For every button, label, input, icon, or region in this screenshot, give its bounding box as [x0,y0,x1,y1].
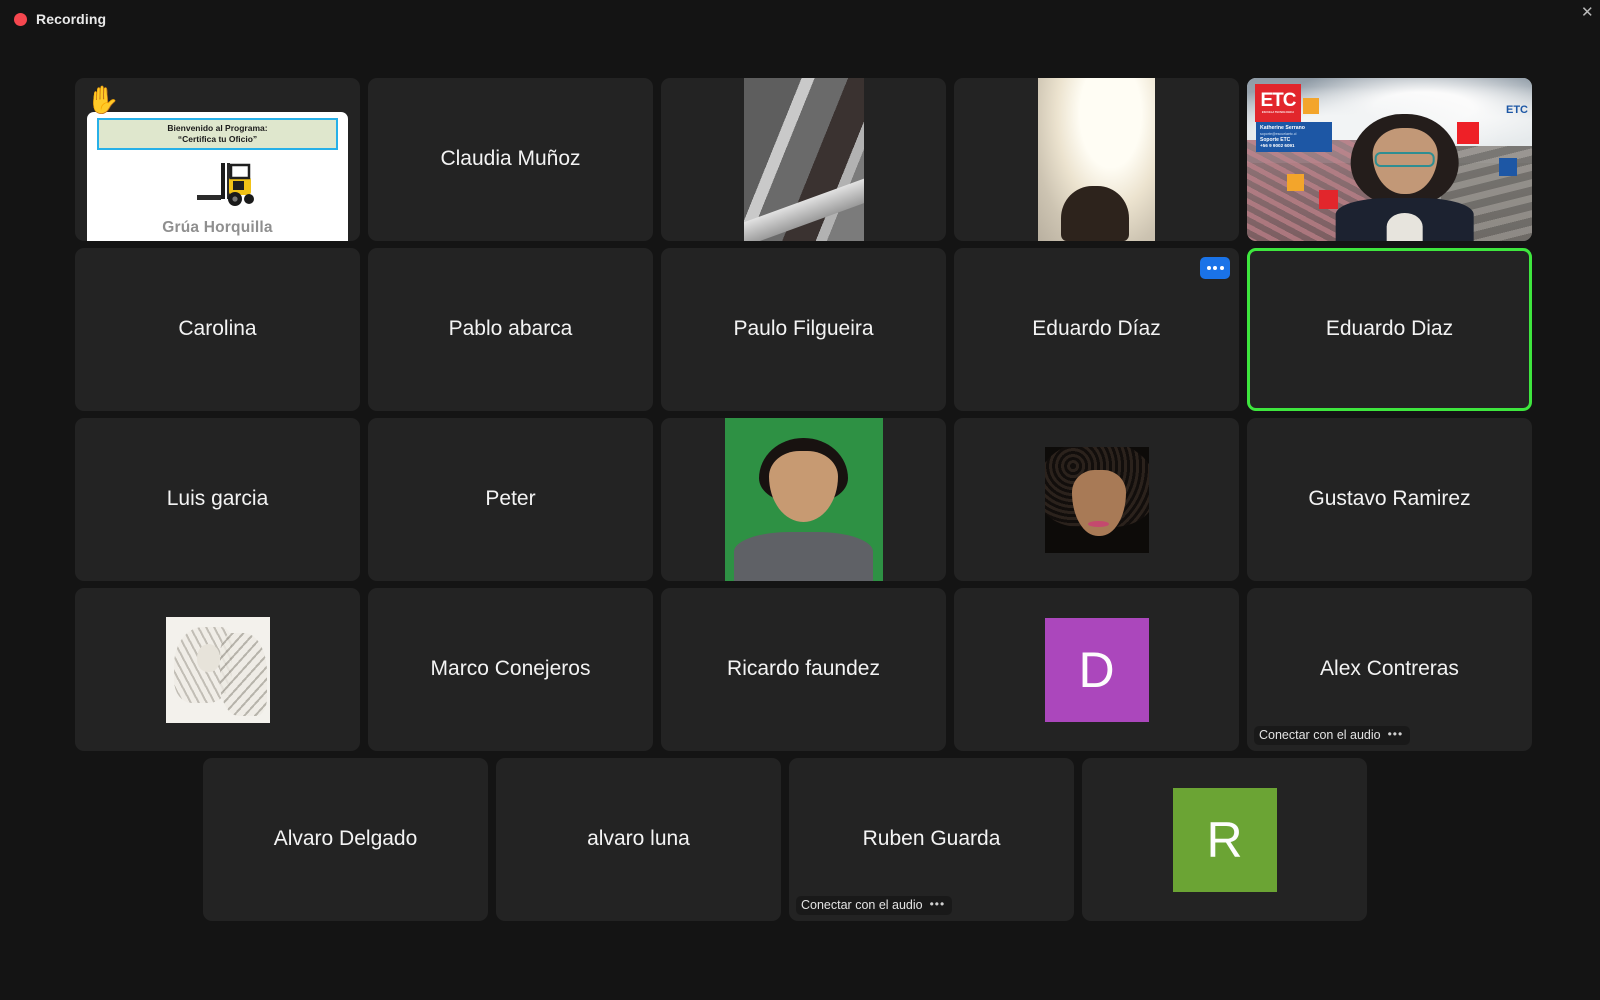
etc-corner-logo: ETC [1506,104,1528,116]
participant-name: Gustavo Ramirez [1300,487,1478,511]
more-options-icon[interactable]: ••• [930,897,946,911]
torso-shape [734,532,873,581]
participant-tile[interactable] [661,78,946,241]
participant-name: Peter [477,487,543,511]
participant-tile[interactable]: Carolina [75,248,360,411]
participant-tile[interactable]: Peter [368,418,653,581]
slide-title: Bienvenido al Programa:“Certifica tu Ofi… [97,118,338,150]
participant-name: Paulo Filgueira [725,317,881,341]
participant-profile-sketch [166,617,270,723]
participant-tile[interactable]: Alvaro Delgado [203,758,488,921]
participant-tile[interactable]: Alex Contreras Conectar con el audio ••• [1247,588,1532,751]
participant-tile[interactable]: ETCESCUELA TECNOLOGICAKatherine Serranos… [1247,78,1532,241]
avatar: D [1045,618,1149,722]
decor-square-red [1319,190,1338,209]
gallery-row: Bienvenido al Programa:“Certifica tu Ofi… [75,78,1495,241]
participant-name: Luis garcia [159,487,277,511]
participant-name: Alex Contreras [1312,657,1467,681]
participant-video-person [1351,114,1459,241]
participant-name: Carolina [170,317,264,341]
shared-slide: Bienvenido al Programa:“Certifica tu Ofi… [87,112,348,241]
connect-audio-button[interactable]: Conectar con el audio ••• [796,896,952,915]
participant-tile[interactable] [954,78,1239,241]
participant-name: Ruben Guarda [855,827,1009,851]
participant-name: Marco Conejeros [423,657,599,681]
recording-label: Recording [36,11,106,27]
participant-video-bright [1038,78,1155,241]
etc-logo: ETCESCUELA TECNOLOGICA DE LA CONSTRUCCIO… [176,239,259,241]
participant-tile[interactable]: D [954,588,1239,751]
decor-square-red-2 [1457,122,1479,144]
participant-gallery: Bienvenido al Programa:“Certifica tu Ofi… [75,78,1495,928]
slide-subtitle: Grúa Horquilla [162,219,272,237]
participant-tile[interactable]: Eduardo Díaz [954,248,1239,411]
contact-email: soporte@escuelaetc.cl [1260,132,1328,136]
participant-name: Eduardo Diaz [1318,317,1461,341]
participant-tile[interactable] [661,418,946,581]
slide-title-line2: “Certifica tu Oficio” [178,134,257,144]
forklift-icon [181,155,255,218]
participant-tile[interactable] [75,588,360,751]
etc-brand-text: ETC [1261,91,1296,110]
recording-bar: Recording [0,0,1600,38]
connect-audio-button[interactable]: Conectar con el audio ••• [1254,726,1410,745]
participant-tile[interactable]: Bienvenido al Programa:“Certifica tu Ofi… [75,78,360,241]
avatar: R [1173,788,1277,892]
participant-tile[interactable]: Ruben Guarda Conectar con el audio ••• [789,758,1074,921]
more-options-icon[interactable]: ••• [1388,727,1404,741]
participant-tile[interactable]: R [1082,758,1367,921]
participant-tile[interactable]: Pablo abarca [368,248,653,411]
etc-brand-badge: ETCESCUELA TECNOLOGICA [1255,84,1301,122]
participant-tile[interactable]: Ricardo faundez [661,588,946,751]
virtual-background-video: ETCESCUELA TECNOLOGICAKatherine Serranos… [1247,78,1532,241]
participant-tile[interactable]: Luis garcia [75,418,360,581]
participant-name: Pablo abarca [441,317,581,341]
raised-hand-icon: ✋ [86,87,120,114]
recording-indicator-icon [14,13,27,26]
participant-name: Ricardo faundez [719,657,888,681]
etc-logo-text: ET [203,238,221,241]
participant-tile[interactable]: Claudia Muñoz [368,78,653,241]
gallery-row: Luis garcia Peter Gustavo Ramirez [75,418,1495,581]
meeting-window: Recording ✕ Bienvenido al Programa:“Cert… [0,0,1600,1000]
participant-name: Alvaro Delgado [266,827,426,851]
gallery-row: Carolina Pablo abarca Paulo Filgueira Eduar… [75,248,1495,411]
decor-square-blue [1499,158,1517,176]
sketch-shape-2 [220,633,268,716]
decor-square-orange [1303,98,1319,114]
lips-shape [1088,521,1109,527]
chat-message-icon[interactable] [1200,257,1230,279]
participant-name: Claudia Muñoz [432,147,588,171]
slide-title-line1: Bienvenido al Programa: [167,123,267,133]
participant-tile[interactable]: alvaro luna [496,758,781,921]
participant-name: alvaro luna [579,827,698,851]
participant-tile[interactable]: Eduardo Diaz [1247,248,1532,411]
participant-video-portrait [1045,447,1149,553]
participant-tile[interactable]: Marco Conejeros [368,588,653,751]
participant-video-greenscreen [725,418,883,581]
sketch-shape-3 [197,644,220,672]
gallery-row: Marco Conejeros Ricardo faundez D Alex Cont… [75,588,1495,751]
connect-audio-label: Conectar con el audio [1259,728,1381,742]
participant-tile[interactable] [954,418,1239,581]
glasses-icon [1374,152,1435,167]
contact-card: Katherine Serranosoporte@escuelaetc.clSo… [1256,122,1332,152]
contact-phone: +56 9 9002 6091 [1260,143,1328,149]
participant-name: Eduardo Díaz [1024,317,1168,341]
decor-square-orange-2 [1287,174,1304,191]
participant-tile[interactable]: Gustavo Ramirez [1247,418,1532,581]
collar-shape [1386,213,1423,241]
close-icon[interactable]: ✕ [1581,7,1593,19]
connect-audio-label: Conectar con el audio [801,898,923,912]
gallery-row: Alvaro Delgado alvaro luna Ruben Guarda Con… [75,758,1495,921]
participant-video-metal [744,78,864,241]
face-shape [769,451,839,523]
participant-tile[interactable]: Paulo Filgueira [661,248,946,411]
